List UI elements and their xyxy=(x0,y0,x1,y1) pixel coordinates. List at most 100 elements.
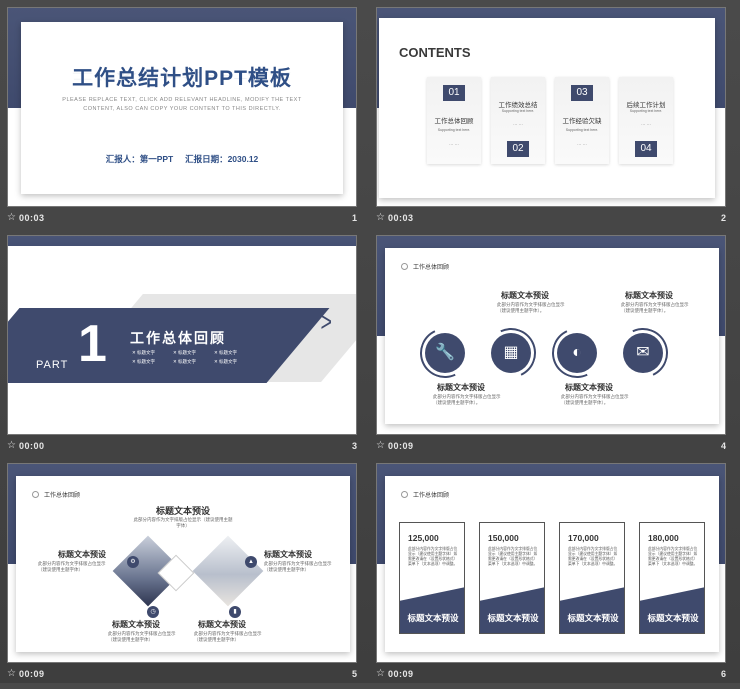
slide-meta: ☆ 00:09 6 xyxy=(376,666,726,684)
slide-meta: ☆ 00:09 5 xyxy=(7,666,357,684)
contents-item-3: 03 工作经验欠缺 Supporting text here. ... ... xyxy=(555,77,609,164)
slide-preview: 工作总体回顾 标题文本预设 此部分内容作为文字排版占位显示（建议使用主题字体） … xyxy=(7,463,357,663)
chart-icon: ▮ xyxy=(229,606,241,618)
stat-footer xyxy=(480,587,544,633)
stat-footer xyxy=(640,587,704,633)
item-dots: ... ... xyxy=(513,121,523,127)
slide-preview: 工作总结计划PPT模板 工作总结计划PPT模板 PLEASE REPLACE T… xyxy=(7,7,357,207)
item-number: 04 xyxy=(635,141,657,157)
slide-meta: ☆ 00:03 1 xyxy=(7,210,357,228)
slide-number: 1 xyxy=(351,213,357,223)
part-label: PART xyxy=(36,359,69,371)
slide-preview: PART 1 工作总体回顾 ✕ 标题文字 ✕ 标题文字 ✕ 标题文字 ✕ 标题文… xyxy=(7,235,357,435)
section-header: 工作总体回顾 xyxy=(44,493,81,499)
slide-time: 00:09 xyxy=(388,669,414,679)
slide-number: 6 xyxy=(720,669,726,679)
star-icon[interactable]: ☆ xyxy=(7,668,16,679)
slide-card: 工作总结计划PPT模板 工作总结计划PPT模板 PLEASE REPLACE T… xyxy=(21,22,343,194)
slide-time: 00:03 xyxy=(19,213,45,223)
item-dots: ... ... xyxy=(641,121,651,127)
palette-icon: ◐ xyxy=(557,333,597,373)
contents-item-2: 工作绩效总结 Supporting text here. ... ... 02 xyxy=(491,77,545,164)
header-bullet-icon xyxy=(401,263,408,270)
block-desc: 此部分内容作为文字排版占位显示（建议使用主题字体）。 xyxy=(621,302,689,313)
stat-desc: 此部分内容作为文字排版占位显示（建议使用主题字体）如需更改请在（设置形状格式）菜… xyxy=(648,547,698,566)
block-title: 标题文本预设 xyxy=(501,291,549,300)
slide-thumbnail-5[interactable]: 工作总体回顾 标题文本预设 此部分内容作为文字排版占位显示（建议使用主题字体） … xyxy=(7,463,357,689)
slide-number: 3 xyxy=(351,441,357,451)
chevron-right-icon: > xyxy=(320,306,332,337)
item-sub: Supporting text here. xyxy=(501,109,535,113)
stat-desc: 此部分内容作为文字排版占位显示（建议使用主题字体）如需更改请在（设置形状格式）菜… xyxy=(568,547,618,566)
bullet: ✕ 标题文字 xyxy=(214,350,238,355)
block-title: 标题文本预设 xyxy=(625,291,673,300)
slide-number: 2 xyxy=(720,213,726,223)
block-title: 标题文本预设 xyxy=(198,620,246,629)
stat-value: 170,000 xyxy=(568,533,599,543)
slide-meta: ☆ 00:03 2 xyxy=(376,210,726,228)
block-desc: 此部分内容作为文字排版占位显示（建议使用主题字体）。 xyxy=(433,394,501,405)
slide-meta: ☆ 00:09 4 xyxy=(376,438,726,456)
slide-subtitle: PLEASE REPLACE TEXT, CLICK ADD RELEVANT … xyxy=(62,97,302,112)
star-icon[interactable]: ☆ xyxy=(376,212,385,223)
star-icon[interactable]: ☆ xyxy=(376,668,385,679)
stat-label: 标题文本预设 xyxy=(567,613,619,623)
stat-desc: 此部分内容作为文字排版占位显示（建议使用主题字体）如需更改请在（设置形状格式）菜… xyxy=(488,547,538,566)
slide-thumbnail-4[interactable]: 工作总体回顾 标题文本预设 此部分内容作为文字排版占位显示（建议使用主题字体）。… xyxy=(376,235,726,461)
slide-time: 00:09 xyxy=(388,441,414,451)
block-desc: 此部分内容作为文字排版占位显示（建议使用主题字体）。 xyxy=(561,394,629,405)
slide-card: CONTENTS 01 工作总体回顾 Supporting text here.… xyxy=(379,18,715,198)
slide-preview: 工作总体回顾 标题文本预设 此部分内容作为文字排版占位显示（建议使用主题字体）。… xyxy=(376,235,726,435)
slide-meta: ☆ 00:00 3 xyxy=(7,438,357,456)
slide-card: 工作总体回顾 标题文本预设 此部分内容作为文字排版占位显示（建议使用主题字体）。… xyxy=(385,248,719,424)
item-number: 01 xyxy=(443,85,465,101)
mail-icon: ✉ xyxy=(623,333,663,373)
star-icon[interactable]: ☆ xyxy=(376,440,385,451)
item-label: 后续工作计划 xyxy=(626,102,666,109)
item-label: 工作经验欠缺 xyxy=(562,118,602,125)
top-title: 标题文本预设 xyxy=(155,506,210,516)
star-icon[interactable]: ☆ xyxy=(7,440,16,451)
reporter: 汇报人：第一PPT xyxy=(105,154,174,164)
bullet: ✕ 标题文字 xyxy=(132,359,156,364)
section-header: 工作总体回顾 xyxy=(413,265,450,271)
block-title: 标题文本预设 xyxy=(58,550,106,559)
stat-footer xyxy=(400,587,464,633)
stat-card: 180,000 此部分内容作为文字排版占位显示（建议使用主题字体）如需更改请在（… xyxy=(639,522,705,634)
section-header: 工作总体回顾 xyxy=(413,493,450,499)
top-desc: 此部分内容作为文字排版占位显示（建议使用主题字体） xyxy=(133,517,233,528)
star-icon[interactable]: ☆ xyxy=(7,212,16,223)
slide-time: 00:03 xyxy=(388,213,414,223)
slide-preview: CONTENTS 01 工作总体回顾 Supporting text here.… xyxy=(376,7,726,207)
wrench-icon: 🔧 xyxy=(425,333,465,373)
header-bullet-icon xyxy=(401,491,408,498)
slide-time: 00:09 xyxy=(19,669,45,679)
slide-time: 00:00 xyxy=(19,441,45,451)
slide-thumbnail-2[interactable]: CONTENTS 01 工作总体回顾 Supporting text here.… xyxy=(376,7,726,233)
stat-card: 125,000 此部分内容作为文字排版占位显示（建议使用主题字体）如需更改请在（… xyxy=(399,522,465,634)
item-number: 02 xyxy=(507,141,529,157)
support-photo xyxy=(192,535,264,607)
calendar-icon: ▦ xyxy=(491,333,531,373)
item-sub: Supporting text here. xyxy=(565,128,599,132)
slide-thumbnail-3[interactable]: PART 1 工作总体回顾 ✕ 标题文字 ✕ 标题文字 ✕ 标题文字 ✕ 标题文… xyxy=(7,235,357,461)
block-desc: 此部分内容作为文字排版占位显示（建议使用主题字体） xyxy=(264,561,332,572)
slide-thumbnail-6[interactable]: 工作总体回顾 125,000 此部分内容作为文字排版占位显示（建议使用主题字体）… xyxy=(376,463,726,689)
bullet: ✕ 标题文字 xyxy=(173,350,197,355)
item-sub: Supporting text here. xyxy=(629,109,663,113)
part-heading: 工作总体回顾 xyxy=(130,330,226,346)
block-desc: 此部分内容作为文字排版占位显示（建议使用主题字体） xyxy=(108,631,176,642)
stat-footer xyxy=(560,587,624,633)
contents-title: CONTENTS xyxy=(399,45,471,60)
report-date: 汇报日期：2030.12 xyxy=(185,154,259,164)
slide-card: 工作总体回顾 标题文本预设 此部分内容作为文字排版占位显示（建议使用主题字体） … xyxy=(16,476,350,652)
contents-item-1: 01 工作总体回顾 Supporting text here. ... ... xyxy=(427,77,481,164)
stat-label: 标题文本预设 xyxy=(407,613,459,623)
stat-card: 150,000 此部分内容作为文字排版占位显示（建议使用主题字体）如需更改请在（… xyxy=(479,522,545,634)
item-sub: Supporting text here. xyxy=(437,128,471,132)
item-number: 03 xyxy=(571,85,593,101)
header-bullet-icon xyxy=(32,491,39,498)
slide-thumbnail-1[interactable]: 工作总结计划PPT模板 工作总结计划PPT模板 PLEASE REPLACE T… xyxy=(7,7,357,233)
stat-desc: 此部分内容作为文字排版占位显示（建议使用主题字体）如需更改请在（设置形状格式）菜… xyxy=(408,547,458,566)
slide-card: 工作总体回顾 125,000 此部分内容作为文字排版占位显示（建议使用主题字体）… xyxy=(385,476,719,652)
